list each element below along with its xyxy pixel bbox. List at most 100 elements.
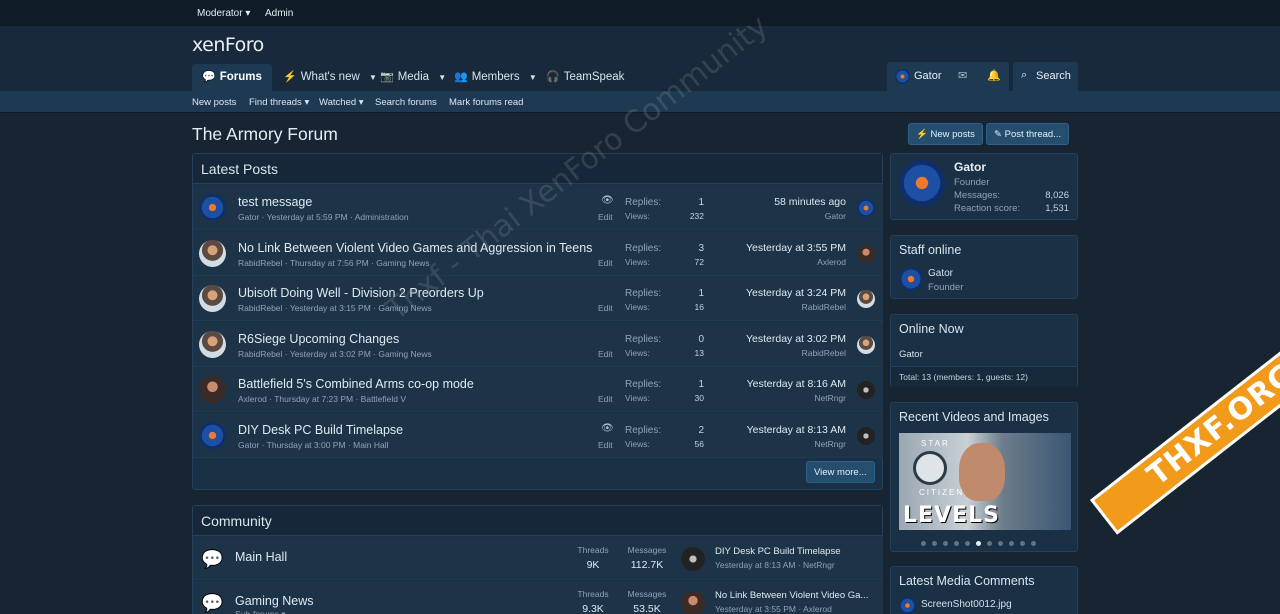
block-heading: Latest Media Comments — [899, 574, 1035, 588]
staff-role: Founder — [928, 282, 964, 293]
thread-meta: Axlerod · Thursday at 7:23 PM · Battlefi… — [238, 394, 407, 404]
thread-title[interactable]: Ubisoft Doing Well - Division 2 Preorder… — [238, 286, 484, 300]
views-count: 30 — [694, 393, 704, 403]
media-thumbnail[interactable]: STAR CITIZEN LEVELS — [899, 433, 1071, 530]
chevron-down-icon[interactable]: ▼ — [438, 73, 446, 82]
staff-name[interactable]: Gator — [928, 268, 953, 279]
tab-label: Media — [397, 71, 430, 83]
avatar[interactable] — [199, 194, 226, 221]
avatar[interactable] — [199, 421, 226, 449]
subforums-toggle[interactable]: Sub-forums ▾ — [235, 609, 286, 614]
last-post-time[interactable]: Yesterday at 3:55 PM — [746, 242, 846, 254]
subnav-find-threads[interactable]: Find threads ▾ — [249, 97, 309, 108]
page-title: The Armory Forum — [192, 124, 338, 144]
subnav-new-posts[interactable]: New posts — [192, 97, 236, 108]
edit-link[interactable]: Edit — [598, 349, 613, 359]
main-nav: 💬 Forums ⚡ What's new ▼ 📷 Media ▼ 👥 Members … — [0, 64, 1280, 91]
tab-members[interactable]: 👥 Members ▼ — [454, 64, 537, 91]
messages-count: 8,026 — [1045, 190, 1069, 201]
last-post-time[interactable]: Yesterday at 8:13 AM — [747, 424, 846, 436]
avatar[interactable] — [857, 426, 875, 445]
avatar[interactable] — [857, 290, 875, 308]
avatar[interactable] — [199, 330, 226, 358]
subnav-watched[interactable]: Watched ▾ — [319, 97, 364, 108]
staff-online-block: Staff online Gator Founder — [890, 235, 1078, 299]
tab-whats-new[interactable]: ⚡ What's new ▼ — [283, 64, 377, 91]
thread-title[interactable]: DIY Desk PC Build Timelapse — [238, 423, 403, 437]
block-heading: Latest Posts — [193, 154, 882, 184]
tab-forums[interactable]: 💬 Forums — [192, 64, 272, 91]
edit-link[interactable]: Edit — [598, 303, 613, 313]
last-post-time[interactable]: 58 minutes ago — [774, 196, 846, 208]
thread-title[interactable]: test message — [238, 195, 312, 209]
forum-name[interactable]: Main Hall — [235, 550, 287, 564]
last-post-time[interactable]: Yesterday at 3:02 PM — [746, 333, 846, 345]
online-user[interactable]: Gator — [899, 349, 923, 360]
last-post-user[interactable]: RabidRebel — [802, 302, 846, 312]
tab-label: What's new — [300, 71, 360, 83]
subnav-mark-read[interactable]: Mark forums read — [449, 97, 523, 108]
subnav-search-forums[interactable]: Search forums — [375, 97, 437, 108]
avatar[interactable] — [899, 267, 923, 291]
edit-link[interactable]: Edit — [598, 212, 613, 222]
post-thread-button[interactable]: ✎ Post thread... — [986, 123, 1070, 145]
last-post-user[interactable]: NetRngr — [814, 439, 846, 449]
last-post-time[interactable]: Yesterday at 8:16 AM — [747, 378, 846, 390]
avatar[interactable] — [857, 244, 875, 263]
last-thread-meta: Yesterday at 8:13 AM · NetRngr — [715, 560, 835, 570]
last-thread-meta: Yesterday at 3:55 PM · Axlerod — [715, 604, 832, 614]
thread-title[interactable]: Battlefield 5's Combined Arms co-op mode — [238, 377, 474, 391]
avatar[interactable] — [857, 381, 875, 399]
forum-name[interactable]: Gaming News — [235, 594, 314, 608]
avatar[interactable] — [857, 335, 875, 354]
user-link[interactable]: Gator — [914, 70, 942, 82]
last-post-user[interactable]: RabidRebel — [802, 348, 846, 358]
edit-link[interactable]: Edit — [598, 394, 613, 404]
chevron-down-icon[interactable]: ▼ — [369, 73, 377, 82]
replies-count: 0 — [698, 333, 704, 345]
thread-title[interactable]: No Link Between Violent Video Games and … — [238, 241, 592, 255]
replies-count: 1 — [698, 197, 704, 208]
moderator-menu[interactable]: Moderator ▾ — [197, 8, 250, 19]
media-comment-item[interactable]: ScreenShot0012.jpg — [921, 599, 1012, 610]
avatar[interactable] — [899, 160, 945, 206]
avatar[interactable] — [681, 591, 705, 614]
last-thread-title[interactable]: DIY Desk PC Build Timelapse — [715, 546, 877, 557]
site-logo[interactable]: xenForo — [192, 34, 264, 56]
last-post-user[interactable]: Gator — [825, 211, 846, 221]
replies-label: Replies: — [625, 424, 662, 436]
carousel-dots[interactable] — [921, 535, 1042, 549]
thread-row: Ubisoft Doing Well - Division 2 Preorder… — [193, 276, 883, 321]
avatar[interactable] — [199, 376, 226, 403]
edit-link[interactable]: Edit — [598, 440, 613, 450]
new-posts-button[interactable]: ⚡ New posts — [908, 123, 983, 145]
views-label: Views: — [625, 302, 650, 312]
logo-text: CITIZEN — [919, 488, 965, 497]
tab-media[interactable]: 📷 Media ▼ — [380, 64, 446, 91]
view-more-button[interactable]: View more... — [806, 461, 875, 483]
last-post-user[interactable]: NetRngr — [814, 393, 846, 403]
avatar[interactable] — [199, 239, 226, 267]
edit-link[interactable]: Edit — [598, 258, 613, 268]
avatar[interactable] — [199, 285, 226, 312]
last-post-user[interactable]: Axlerod — [817, 257, 846, 267]
tab-label: TeamSpeak — [563, 71, 625, 83]
tab-teamspeak[interactable]: 🎧 TeamSpeak — [546, 64, 624, 91]
thread-meta: RabidRebel · Yesterday at 3:02 PM · Gami… — [238, 348, 432, 359]
bell-icon[interactable]: 🔔 — [987, 69, 1001, 82]
last-thread-title[interactable]: No Link Between Violent Video Ga... — [715, 590, 877, 601]
thread-title[interactable]: R6Siege Upcoming Changes — [238, 332, 399, 346]
avatar[interactable] — [681, 547, 705, 571]
avatar[interactable] — [857, 199, 875, 217]
avatar[interactable] — [899, 597, 916, 614]
envelope-icon[interactable]: ✉ — [958, 69, 967, 82]
chevron-down-icon[interactable]: ▼ — [529, 73, 537, 82]
replies-label: Replies: — [625, 288, 662, 299]
last-post-time[interactable]: Yesterday at 3:24 PM — [746, 287, 846, 299]
threads-count: 9.3K — [582, 603, 604, 614]
profile-name[interactable]: Gator — [954, 160, 986, 174]
admin-link[interactable]: Admin — [265, 8, 293, 19]
forum-comments-icon: 💬 — [201, 593, 224, 613]
search-tab[interactable]: ⌕ Search — [1013, 62, 1078, 91]
avatar[interactable] — [895, 69, 910, 84]
